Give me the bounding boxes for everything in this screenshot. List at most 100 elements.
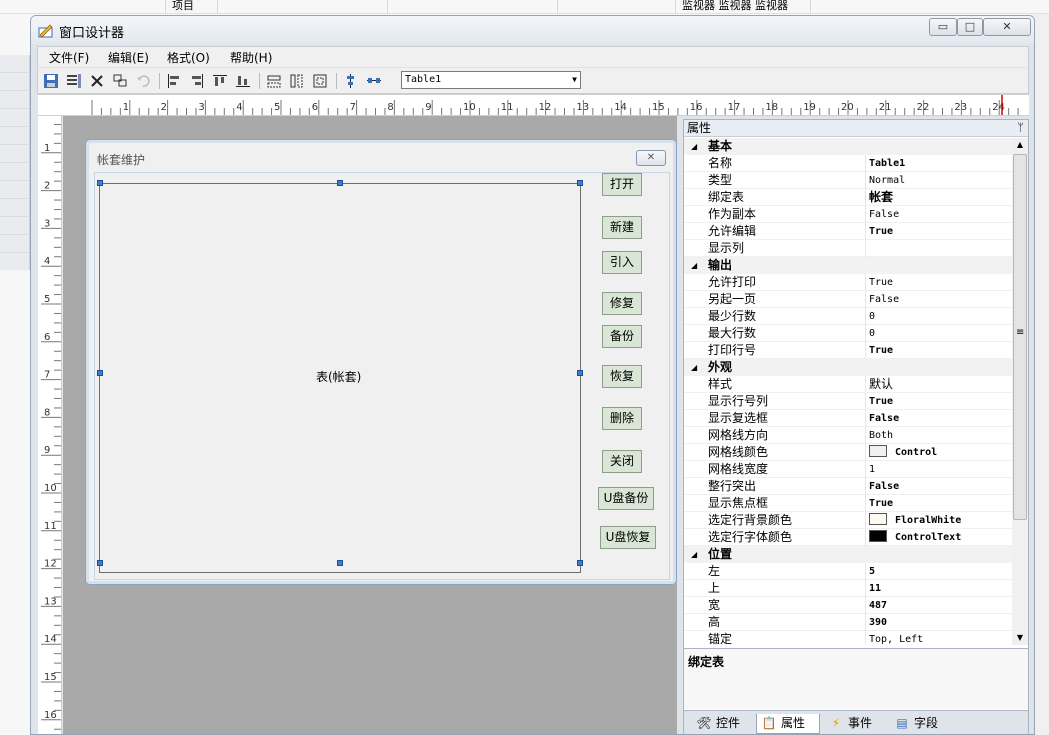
align-right-icon[interactable] xyxy=(188,72,206,90)
resize-handle[interactable] xyxy=(577,560,583,566)
property-row[interactable]: 显示列 xyxy=(684,240,1012,257)
property-category[interactable]: ◢ 位置 xyxy=(684,546,1012,563)
property-row[interactable]: 类型 Normal xyxy=(684,172,1012,189)
property-value[interactable]: False xyxy=(865,410,1012,427)
property-value[interactable]: Both xyxy=(865,427,1012,444)
open-button[interactable]: 打开 xyxy=(602,173,642,196)
resize-handle[interactable] xyxy=(577,370,583,376)
property-category[interactable]: ◢ 基本 xyxy=(684,138,1012,155)
new-button[interactable]: 新建 xyxy=(602,216,642,239)
property-value[interactable]: Table1 xyxy=(865,155,1012,172)
center-vertical-icon[interactable] xyxy=(342,72,360,90)
collapse-icon[interactable]: ◢ xyxy=(691,546,697,563)
scrollbar-thumb[interactable]: ≡ xyxy=(1013,154,1027,520)
property-value[interactable]: ControlText xyxy=(865,529,1012,546)
center-horizontal-icon[interactable] xyxy=(365,72,383,90)
properties-icon[interactable] xyxy=(65,72,83,90)
copy-format-icon[interactable] xyxy=(111,72,129,90)
property-value[interactable]: 1 xyxy=(865,461,1012,478)
title-bar[interactable]: 窗口设计器 ▭ □ ✕ xyxy=(31,16,1034,44)
property-value[interactable]: 帐套 xyxy=(865,189,1012,206)
maximize-button[interactable]: □ xyxy=(957,18,983,36)
property-value[interactable]: 487 xyxy=(865,597,1012,614)
property-row[interactable]: 作为副本 False xyxy=(684,206,1012,223)
delete-icon[interactable] xyxy=(88,72,106,90)
scroll-up-icon[interactable]: ▲ xyxy=(1012,138,1028,152)
pin-icon[interactable]: ᛘ xyxy=(1017,120,1024,136)
align-top-icon[interactable] xyxy=(211,72,229,90)
menu-help[interactable]: 帮助(H) xyxy=(230,49,272,66)
property-value[interactable]: 5 xyxy=(865,563,1012,580)
property-row[interactable]: 允许打印 True xyxy=(684,274,1012,291)
form-close-button[interactable]: ✕ xyxy=(636,150,666,166)
property-row[interactable]: 网格线方向 Both xyxy=(684,427,1012,444)
property-value[interactable]: Control xyxy=(865,444,1012,461)
close-form-button[interactable]: 关闭 xyxy=(602,450,642,473)
property-row[interactable]: 上 11 xyxy=(684,580,1012,597)
table-control[interactable]: 表(帐套) xyxy=(99,183,581,573)
import-button[interactable]: 引入 xyxy=(602,251,642,274)
form-preview[interactable]: 帐套维护 ✕ 表(帐套) 打开 新建 引入 修复 备份 恢复 删除 关闭 U盘备… xyxy=(85,139,677,585)
resize-handle[interactable] xyxy=(97,370,103,376)
same-size-icon[interactable] xyxy=(311,72,329,90)
property-row[interactable]: 最大行数 0 xyxy=(684,325,1012,342)
property-value[interactable]: True xyxy=(865,223,1012,240)
align-bottom-icon[interactable] xyxy=(234,72,252,90)
property-row[interactable]: 打印行号 True xyxy=(684,342,1012,359)
property-row[interactable]: 显示行号列 True xyxy=(684,393,1012,410)
tab-properties[interactable]: 📋 属性 xyxy=(756,714,820,734)
property-value[interactable]: 默认 xyxy=(865,376,1012,393)
resize-handle[interactable] xyxy=(337,560,343,566)
property-row[interactable]: 另起一页 False xyxy=(684,291,1012,308)
resize-handle[interactable] xyxy=(577,180,583,186)
property-row[interactable]: 锚定 Top, Left xyxy=(684,631,1012,645)
scroll-down-icon[interactable]: ▼ xyxy=(1012,631,1028,645)
backup-button[interactable]: 备份 xyxy=(602,325,642,348)
property-value[interactable]: Normal xyxy=(865,172,1012,189)
property-row[interactable]: 选定行背景颜色 FloralWhite xyxy=(684,512,1012,529)
property-row[interactable]: 宽 487 xyxy=(684,597,1012,614)
property-row[interactable]: 样式 默认 xyxy=(684,376,1012,393)
same-height-icon[interactable] xyxy=(288,72,306,90)
undo-icon[interactable] xyxy=(134,72,152,90)
property-value[interactable]: True xyxy=(865,342,1012,359)
repair-button[interactable]: 修复 xyxy=(602,292,642,315)
object-selector-dropdown[interactable]: Table1 ▼ xyxy=(401,71,581,89)
property-value[interactable]: False xyxy=(865,478,1012,495)
menu-file[interactable]: 文件(F) xyxy=(49,49,89,66)
menu-edit[interactable]: 编辑(E) xyxy=(108,49,149,66)
tab-events[interactable]: ⚡ 事件 xyxy=(824,714,886,734)
property-row[interactable]: 左5 xyxy=(684,563,1012,580)
property-value[interactable]: Top, Left xyxy=(865,631,1012,645)
save-icon[interactable] xyxy=(42,72,60,90)
property-category[interactable]: ◢ 输出 xyxy=(684,257,1012,274)
collapse-icon[interactable]: ◢ xyxy=(691,138,697,155)
property-row[interactable]: 绑定表 帐套 xyxy=(684,189,1012,206)
property-row[interactable]: 允许编辑 True xyxy=(684,223,1012,240)
property-value[interactable]: True xyxy=(865,393,1012,410)
property-value[interactable] xyxy=(865,240,1012,257)
property-value[interactable]: FloralWhite xyxy=(865,512,1012,529)
resize-handle[interactable] xyxy=(97,560,103,566)
align-left-icon[interactable] xyxy=(165,72,183,90)
same-width-icon[interactable] xyxy=(265,72,283,90)
minimize-button[interactable]: ▭ xyxy=(929,18,957,36)
property-row[interactable]: 选定行字体颜色 ControlText xyxy=(684,529,1012,546)
property-row[interactable]: 最少行数 0 xyxy=(684,308,1012,325)
property-row[interactable]: 网格线颜色 Control xyxy=(684,444,1012,461)
property-row[interactable]: 整行突出 False xyxy=(684,478,1012,495)
property-row[interactable]: 显示复选框 False xyxy=(684,410,1012,427)
restore-button[interactable]: 恢复 xyxy=(602,365,642,388)
property-grid-scrollbar[interactable]: ▲ ≡ ▼ xyxy=(1012,138,1028,645)
delete-button[interactable]: 删除 xyxy=(602,407,642,430)
property-value[interactable]: False xyxy=(865,206,1012,223)
tab-fields[interactable]: ▤ 字段 xyxy=(890,714,952,734)
usb-restore-button[interactable]: U盘恢复 xyxy=(600,526,656,549)
property-row[interactable]: 高 390 xyxy=(684,614,1012,631)
close-button[interactable]: ✕ xyxy=(983,18,1031,36)
menu-format[interactable]: 格式(O) xyxy=(167,49,210,66)
property-value[interactable]: 0 xyxy=(865,308,1012,325)
property-row[interactable]: 名称 Table1 xyxy=(684,155,1012,172)
tab-controls[interactable]: 🛠 控件 xyxy=(692,714,754,734)
property-category[interactable]: ◢ 外观 xyxy=(684,359,1012,376)
